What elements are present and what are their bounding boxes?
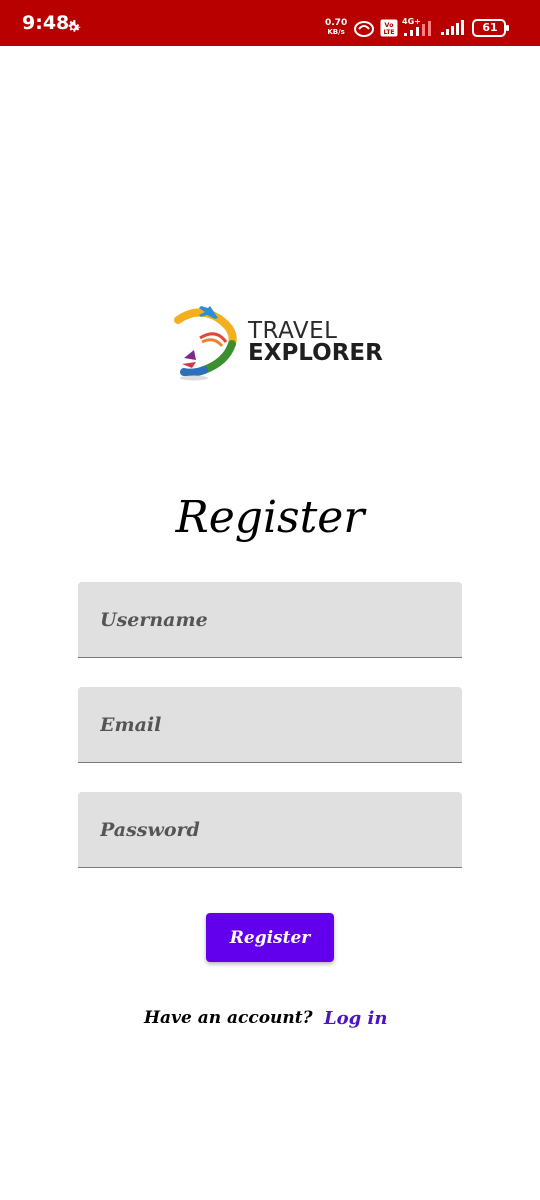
have-account-text: Have an account?	[144, 1008, 313, 1028]
battery-level: 61	[482, 21, 498, 34]
username-input[interactable]	[78, 582, 462, 657]
username-field[interactable]	[78, 582, 462, 658]
email-field[interactable]	[78, 687, 462, 763]
gear-icon	[68, 19, 81, 32]
logo-mark-icon	[174, 306, 237, 381]
svg-text:LTE: LTE	[383, 29, 394, 36]
password-field[interactable]	[78, 792, 462, 868]
volte-icon: Vo LTE	[380, 19, 398, 37]
sync-icon	[354, 21, 374, 37]
register-button[interactable]: Register	[206, 913, 334, 962]
logo-text-line2: EXPLORER	[248, 340, 383, 366]
net-speed-unit: KB/s	[327, 28, 345, 36]
login-link[interactable]: Log in	[324, 1008, 387, 1029]
network-type: 4G+	[402, 17, 421, 26]
travel-explorer-logo: TRAVEL EXPLORER	[170, 298, 383, 388]
status-bar: 9:48 0.70 KB/s Vo LTE 4G+ 61	[0, 0, 540, 46]
signal-icon: 4G+	[402, 17, 431, 36]
net-speed: 0.70 KB/s	[325, 19, 347, 37]
net-speed-value: 0.70	[325, 18, 348, 28]
svg-text:Vo: Vo	[384, 21, 394, 29]
password-input[interactable]	[78, 792, 462, 867]
email-input[interactable]	[78, 687, 462, 762]
signal-icon	[441, 20, 464, 35]
page-title: Register	[175, 492, 365, 543]
status-time: 9:48	[22, 12, 70, 34]
